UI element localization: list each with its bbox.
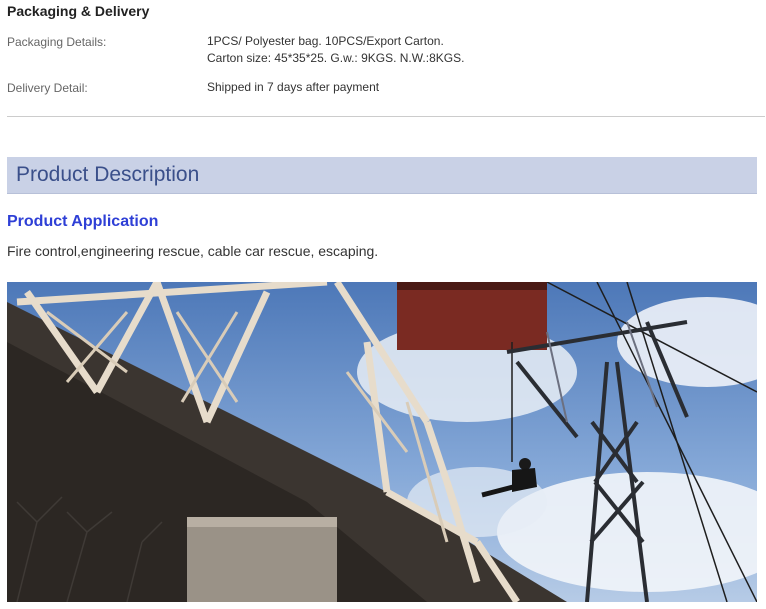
packaging-details-line-2: Carton size: 45*35*25. G.w.: 9KGS. N.W.:… — [207, 51, 465, 65]
product-description-title: Product Description — [16, 163, 200, 186]
delivery-detail-label: Delivery Detail: — [7, 81, 88, 95]
section-title: Packaging & Delivery — [7, 3, 150, 19]
packaging-details-label: Packaging Details: — [7, 35, 107, 49]
packaging-details-line-1: 1PCS/ Polyester bag. 10PCS/Export Carton… — [207, 34, 444, 48]
rescue-photo-illustration — [7, 282, 757, 602]
product-photo — [7, 282, 757, 602]
product-application-text: Fire control,engineering rescue, cable c… — [7, 243, 379, 259]
section-divider — [7, 116, 765, 117]
product-description-header: Product Description — [7, 157, 757, 194]
product-application-title: Product Application — [7, 213, 159, 230]
packaging-details-value: 1PCS/ Polyester bag. 10PCS/Export Carton… — [207, 33, 464, 67]
delivery-detail-value: Shipped in 7 days after payment — [207, 80, 380, 94]
